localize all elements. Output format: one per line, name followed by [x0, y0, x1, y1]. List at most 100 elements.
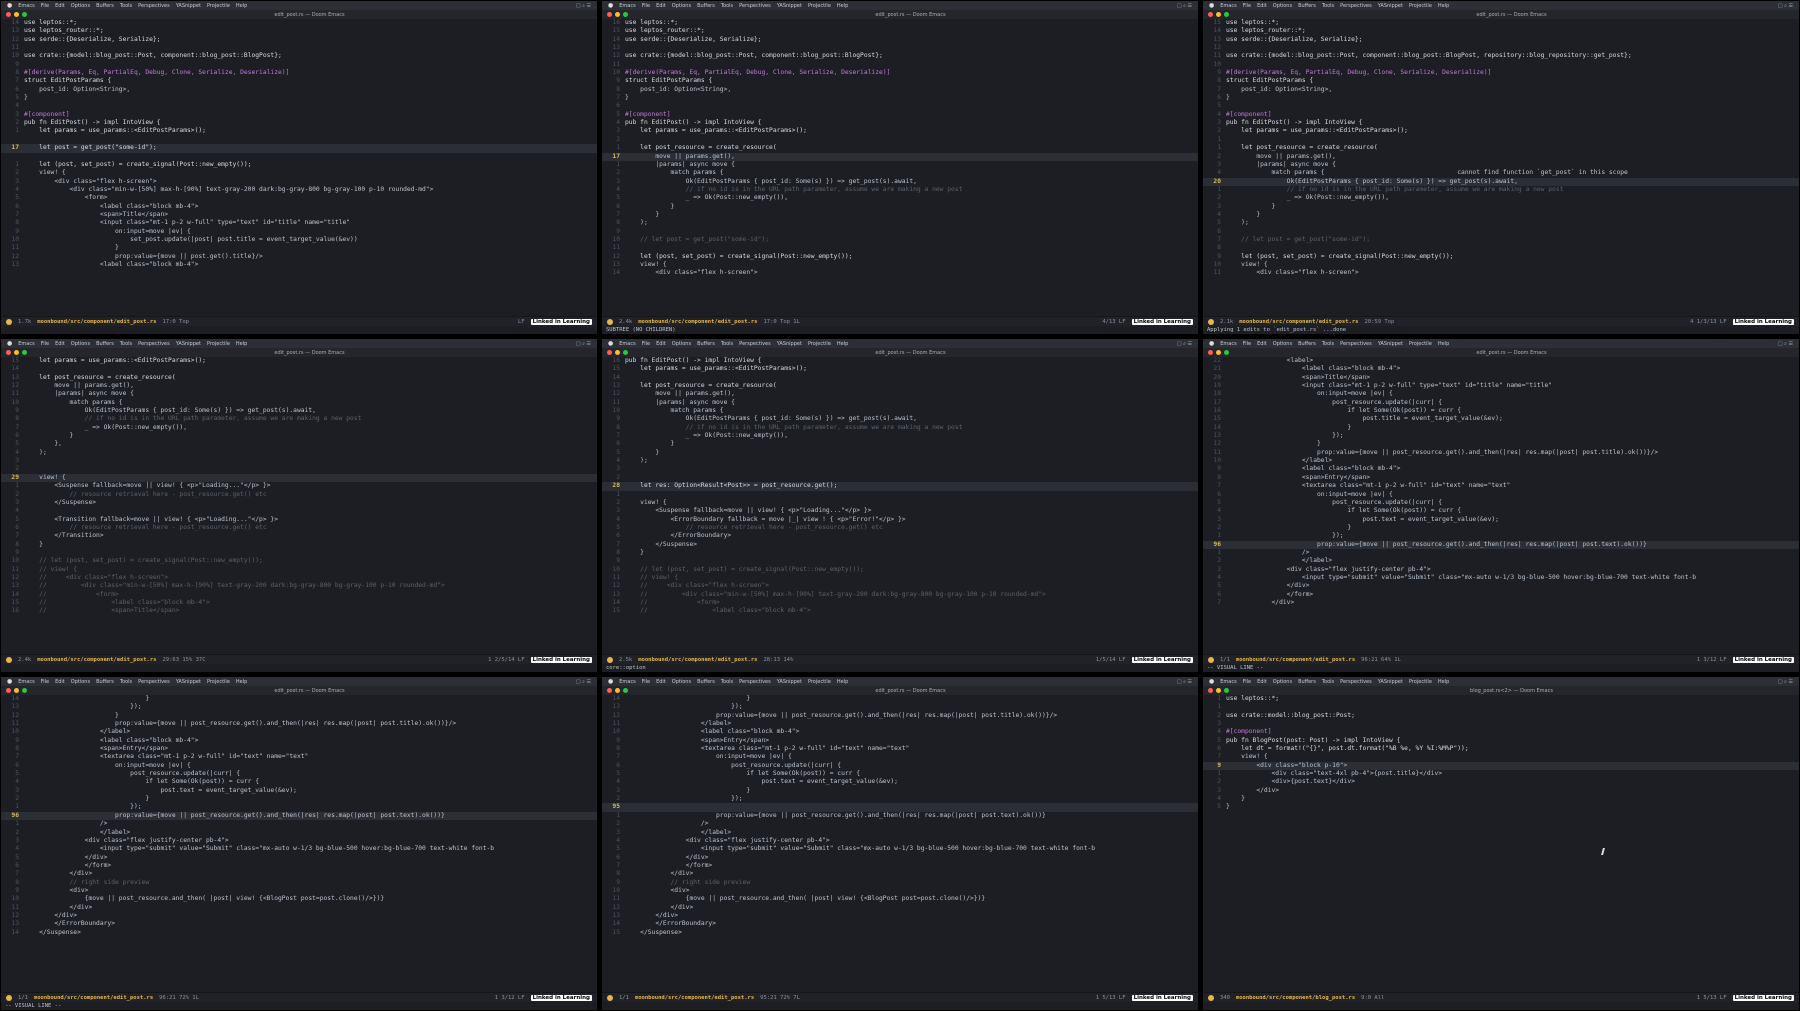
menu-item[interactable]: Tools [721, 341, 733, 347]
menu-item[interactable]: Emacs [619, 3, 635, 9]
menu-item[interactable]: Help [236, 341, 247, 347]
menu-item[interactable]: File [1243, 679, 1251, 685]
minimize-window-button[interactable] [615, 688, 620, 693]
menu-item[interactable]: Edit [656, 3, 666, 9]
menu-item[interactable]: Help [837, 3, 848, 9]
close-window-button[interactable] [1208, 688, 1213, 693]
code-editor[interactable]: 14 } 13 }); 12 prop:value={move || post_re… [602, 695, 1198, 993]
code-editor[interactable]: 16 use leptos::*; 15 use leptos_router::*; 1… [602, 19, 1198, 317]
buffer-file-name[interactable]: moonbound/src/component/edit_post.rs [34, 995, 153, 1001]
menu-item[interactable]: Edit [656, 341, 666, 347]
menu-item[interactable]: Edit [55, 341, 65, 347]
menu-item[interactable]: Edit [1257, 679, 1267, 685]
menu-item[interactable]: Edit [55, 3, 65, 9]
close-window-button[interactable] [607, 688, 612, 693]
minimize-window-button[interactable] [1216, 12, 1221, 17]
menu-item[interactable]: Projectile [808, 341, 831, 347]
menu-item[interactable]: Options [71, 3, 90, 9]
code-editor[interactable]: 15 let params = use_params::<EditPostPar… [1, 357, 597, 655]
menu-item[interactable]: Edit [1257, 3, 1267, 9]
menu-item[interactable]: Emacs [18, 3, 34, 9]
menu-item[interactable]: YASnippet [777, 341, 802, 347]
menu-item[interactable]: Edit [55, 679, 65, 685]
menu-item[interactable]: Projectile [808, 679, 831, 685]
menu-item[interactable]: Perspectives [739, 3, 771, 9]
menu-item[interactable]: Projectile [1409, 3, 1432, 9]
menu-item[interactable]: Projectile [207, 3, 230, 9]
menu-item[interactable]: File [642, 341, 650, 347]
buffer-file-name[interactable]: moonbound/src/component/edit_post.rs [37, 657, 156, 663]
menu-item[interactable]: Buffers [697, 3, 715, 9]
menu-item[interactable]: Projectile [808, 3, 831, 9]
buffer-file-name[interactable]: moonbound/src/component/edit_post.rs [638, 657, 757, 663]
menu-item[interactable]: Help [1438, 679, 1449, 685]
code-editor[interactable]: 1 use leptos::*; 1 2 use crate::model::blog_… [1203, 695, 1799, 993]
apple-icon[interactable]: ● [1209, 340, 1214, 347]
menu-item[interactable]: YASnippet [777, 679, 802, 685]
menu-item[interactable]: File [1243, 3, 1251, 9]
buffer-file-name[interactable]: moonbound/src/component/edit_post.rs [1239, 319, 1358, 325]
menu-item[interactable]: YASnippet [777, 3, 802, 9]
menu-item[interactable]: Emacs [619, 341, 635, 347]
menu-item[interactable]: Tools [120, 679, 132, 685]
menu-item[interactable]: Help [1438, 341, 1449, 347]
minimize-window-button[interactable] [14, 688, 19, 693]
close-window-button[interactable] [1208, 12, 1213, 17]
menu-item[interactable]: YASnippet [176, 3, 201, 9]
apple-icon[interactable]: ● [1209, 678, 1214, 685]
menu-item[interactable]: Help [236, 679, 247, 685]
minimize-window-button[interactable] [615, 350, 620, 355]
menu-item[interactable]: Emacs [18, 341, 34, 347]
buffer-file-name[interactable]: moonbound/src/component/edit_post.rs [638, 319, 757, 325]
menu-item[interactable]: Options [1273, 341, 1292, 347]
menu-item[interactable]: Buffers [697, 679, 715, 685]
menu-item[interactable]: Projectile [1409, 341, 1432, 347]
code-editor[interactable]: 14 use leptos::*; 13 use leptos_router::*; 1… [1, 19, 597, 317]
buffer-file-name[interactable]: moonbound/src/component/blog_post.rs [1236, 995, 1355, 1001]
menu-item[interactable]: Edit [1257, 341, 1267, 347]
menu-item[interactable]: Help [236, 3, 247, 9]
menu-item[interactable]: Options [71, 341, 90, 347]
menu-item[interactable]: Buffers [96, 679, 114, 685]
menu-item[interactable]: Perspectives [739, 341, 771, 347]
menu-item[interactable]: Perspectives [138, 341, 170, 347]
menu-item[interactable]: Buffers [697, 341, 715, 347]
menu-item[interactable]: Perspectives [138, 679, 170, 685]
code-editor[interactable]: 22 <label> 21 <label class="block mb-4"> 2… [1203, 357, 1799, 655]
menu-item[interactable]: Tools [1322, 341, 1334, 347]
minimize-window-button[interactable] [1216, 350, 1221, 355]
close-window-button[interactable] [6, 688, 11, 693]
menu-item[interactable]: Buffers [1298, 3, 1316, 9]
apple-icon[interactable]: ● [608, 2, 613, 9]
menu-item[interactable]: Emacs [1220, 341, 1236, 347]
menu-item[interactable]: Options [71, 679, 90, 685]
buffer-file-name[interactable]: moonbound/src/component/edit_post.rs [37, 319, 156, 325]
menu-item[interactable]: Perspectives [739, 679, 771, 685]
minimize-window-button[interactable] [1216, 688, 1221, 693]
code-editor[interactable]: 14 } 13 }); 12 } 11 prop:value={move || pos… [1, 695, 597, 993]
menu-item[interactable]: Perspectives [1340, 3, 1372, 9]
menu-item[interactable]: Help [1438, 3, 1449, 9]
menu-item[interactable]: Options [1273, 3, 1292, 9]
close-window-button[interactable] [607, 350, 612, 355]
menu-item[interactable]: Emacs [18, 679, 34, 685]
close-window-button[interactable] [1208, 350, 1213, 355]
menu-item[interactable]: Projectile [207, 679, 230, 685]
menu-item[interactable]: File [642, 3, 650, 9]
menu-item[interactable]: Emacs [619, 679, 635, 685]
menu-item[interactable]: Tools [120, 341, 132, 347]
menu-item[interactable]: YASnippet [1378, 341, 1403, 347]
menu-item[interactable]: Options [672, 3, 691, 9]
code-editor[interactable]: 15 use leptos::*; 14 use leptos_router::*; 1… [1203, 19, 1799, 317]
menu-item[interactable]: YASnippet [1378, 679, 1403, 685]
menu-item[interactable]: YASnippet [176, 679, 201, 685]
menu-item[interactable]: Perspectives [1340, 341, 1372, 347]
menu-item[interactable]: Tools [721, 679, 733, 685]
menu-item[interactable]: Buffers [96, 3, 114, 9]
menu-item[interactable]: File [41, 679, 49, 685]
apple-icon[interactable]: ● [7, 678, 12, 685]
menu-item[interactable]: Projectile [207, 341, 230, 347]
menu-item[interactable]: Tools [721, 3, 733, 9]
close-window-button[interactable] [6, 12, 11, 17]
minimize-window-button[interactable] [14, 350, 19, 355]
